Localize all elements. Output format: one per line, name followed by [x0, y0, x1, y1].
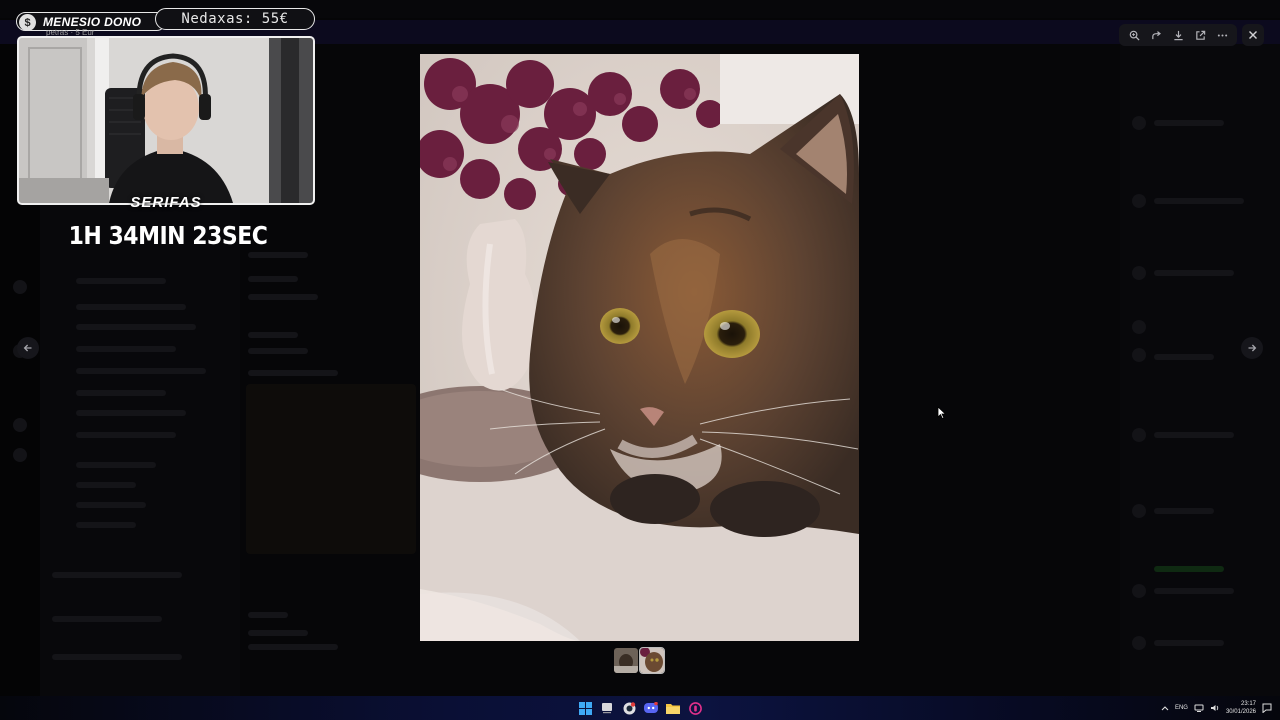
windows-taskbar: ENG 23:17 30/01/2026 [0, 696, 1280, 720]
next-image-button[interactable] [1241, 337, 1263, 359]
task-view-icon [602, 703, 612, 714]
thumbnail-2[interactable] [639, 647, 665, 674]
image-viewer-toolbar [1119, 24, 1237, 46]
network-icon[interactable] [1194, 704, 1204, 712]
background-image-preview [246, 384, 416, 554]
amount-pill: Nedaxas: 55€ [155, 8, 315, 30]
clock-date: 30/01/2026 [1225, 709, 1256, 715]
folder-icon [666, 704, 680, 714]
open-external-icon[interactable] [1191, 26, 1209, 44]
discord-taskbar-button[interactable] [642, 698, 660, 718]
background-member-list [1120, 44, 1280, 696]
file-explorer-taskbar-button[interactable] [664, 698, 682, 718]
start-button[interactable] [576, 698, 594, 718]
discord-icon [644, 702, 658, 713]
dollar-coin-icon: $ [19, 14, 36, 31]
steam-taskbar-button[interactable] [620, 698, 638, 718]
mouse-cursor-icon [937, 406, 947, 420]
donation-alert: $ MENESIO DONO petras · 5 Eur Nedaxas: 5… [16, 8, 316, 37]
subathon-timer: 1H 34MIN 23SEC [68, 222, 268, 251]
thumbnail-1[interactable] [614, 648, 638, 673]
more-icon[interactable] [1213, 26, 1231, 44]
viewer-image-cat-photo [420, 54, 859, 641]
task-view-button[interactable] [598, 698, 616, 718]
zoom-in-icon[interactable] [1125, 26, 1143, 44]
share-icon[interactable] [1147, 26, 1165, 44]
taskbar-apps [576, 698, 704, 718]
close-icon[interactable] [1242, 24, 1264, 46]
clock[interactable]: 23:17 30/01/2026 [1226, 700, 1256, 716]
obs-taskbar-button[interactable] [686, 698, 704, 718]
arrow-left-icon [23, 344, 32, 352]
streaming-app-icon [688, 701, 702, 715]
webcam-feed [17, 36, 315, 205]
donation-amount: Nedaxas: 55€ [181, 11, 289, 27]
windows-logo-icon [578, 701, 592, 715]
chevron-up-icon[interactable] [1161, 705, 1169, 711]
steam-icon [623, 701, 635, 714]
donor-name: MENESIO DONO [43, 14, 142, 29]
image-thumbnail-strip [614, 647, 665, 674]
language-indicator[interactable]: ENG [1175, 705, 1188, 711]
previous-image-button[interactable] [17, 337, 39, 359]
arrow-right-icon [1248, 344, 1257, 352]
streamer-name: SERIFAS [130, 194, 202, 211]
volume-icon[interactable] [1210, 704, 1220, 712]
notification-icon[interactable] [1262, 703, 1272, 713]
download-icon[interactable] [1169, 26, 1187, 44]
clock-time: 23:17 [1240, 701, 1256, 707]
system-tray: ENG 23:17 30/01/2026 [1161, 696, 1272, 720]
